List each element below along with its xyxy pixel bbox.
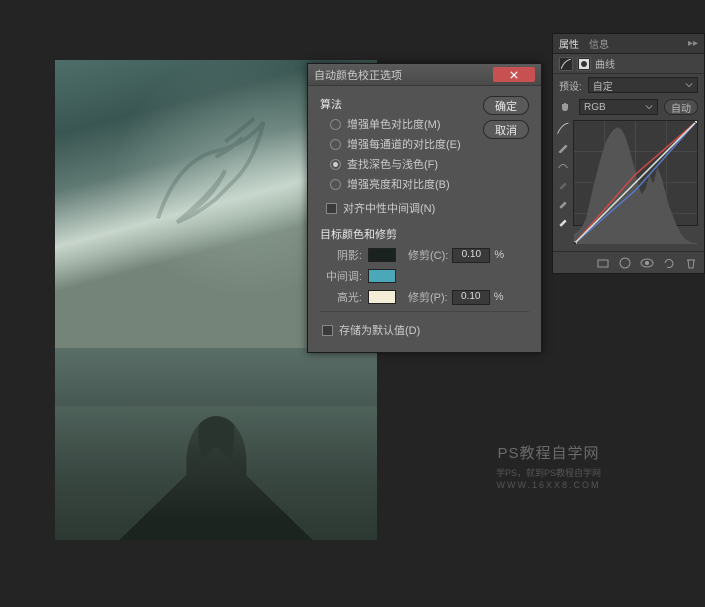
panel-footer bbox=[553, 251, 704, 273]
reset-icon[interactable] bbox=[662, 256, 676, 270]
watermark-title: PS教程自学网 bbox=[496, 442, 601, 463]
clip-p-label: 修剪(P): bbox=[408, 289, 448, 305]
radio-label: 查找深色与浅色(F) bbox=[347, 156, 438, 172]
ok-button[interactable]: 确定 bbox=[483, 96, 529, 115]
midtone-row: 中间调: bbox=[320, 268, 529, 284]
close-button[interactable] bbox=[493, 67, 535, 82]
prev-icon[interactable] bbox=[618, 256, 632, 270]
shadow-label: 阴影: bbox=[320, 247, 362, 263]
radio-icon bbox=[330, 139, 341, 150]
pencil-tool-icon[interactable] bbox=[556, 141, 570, 154]
channel-select[interactable]: RGB bbox=[579, 99, 658, 115]
check-label: 对齐中性中间调(N) bbox=[343, 200, 435, 216]
checkbox-icon bbox=[326, 203, 337, 214]
channel-value: RGB bbox=[584, 102, 606, 113]
watermark: PS教程自学网 学PS，就到PS教程自学网 WWW.16XX8.COM bbox=[496, 442, 601, 490]
boat-hull bbox=[119, 446, 312, 540]
boat-art bbox=[119, 406, 312, 540]
pct-label: % bbox=[494, 291, 504, 303]
snap-neutral-check[interactable]: 对齐中性中间调(N) bbox=[326, 200, 529, 216]
watermark-sub: 学PS，就到PS教程自学网 bbox=[496, 466, 601, 479]
preset-row: 预设: 自定 bbox=[553, 74, 704, 96]
radio-find-dark-light[interactable]: 查找深色与浅色(F) bbox=[330, 156, 529, 172]
chevron-down-icon bbox=[685, 81, 693, 89]
adjustment-header: 曲线 bbox=[553, 54, 704, 74]
radio-icon bbox=[330, 179, 341, 190]
dialog-title: 自动颜色校正选项 bbox=[314, 67, 493, 83]
curves-icon bbox=[559, 57, 573, 71]
curve-area bbox=[553, 118, 704, 228]
radio-brightness-contrast[interactable]: 增强亮度和对比度(B) bbox=[330, 176, 529, 192]
eyedropper-gray-icon[interactable] bbox=[556, 197, 570, 210]
pct-label: % bbox=[494, 249, 504, 261]
eyedropper-black-icon[interactable] bbox=[556, 178, 570, 191]
tab-properties[interactable]: 属性 bbox=[559, 36, 579, 51]
smooth-icon[interactable] bbox=[556, 159, 570, 172]
shadow-swatch[interactable] bbox=[368, 248, 396, 262]
midtone-swatch[interactable] bbox=[368, 269, 396, 283]
target-label: 目标颜色和修剪 bbox=[320, 226, 529, 242]
eyedropper-white-icon[interactable] bbox=[556, 215, 570, 228]
divider bbox=[320, 311, 529, 312]
watermark-url: WWW.16XX8.COM bbox=[496, 480, 601, 490]
radio-icon bbox=[330, 119, 341, 130]
checkbox-icon bbox=[322, 325, 333, 336]
mask-icon bbox=[577, 57, 591, 71]
curve-graph[interactable] bbox=[573, 120, 698, 226]
highlight-row: 高光: 修剪(P): 0.10 % bbox=[320, 289, 529, 305]
dialog-titlebar[interactable]: 自动颜色校正选项 bbox=[308, 64, 541, 86]
auto-button[interactable]: 自动 bbox=[664, 99, 698, 115]
preset-value: 自定 bbox=[593, 78, 613, 93]
radio-icon bbox=[330, 159, 341, 170]
clip-c-label: 修剪(C): bbox=[408, 247, 448, 263]
curve-tools bbox=[553, 118, 573, 228]
channel-row: RGB 自动 bbox=[553, 96, 704, 118]
auto-color-dialog: 自动颜色校正选项 确定 取消 算法 增强单色对比度(M) 增强每通道的对比度(E… bbox=[307, 63, 542, 353]
shadow-row: 阴影: 修剪(C): 0.10 % bbox=[320, 247, 529, 263]
save-default-check[interactable]: 存储为默认值(D) bbox=[322, 322, 529, 338]
chevron-down-icon bbox=[645, 103, 653, 111]
midtone-label: 中间调: bbox=[320, 268, 362, 284]
highlight-swatch[interactable] bbox=[368, 290, 396, 304]
eye-icon[interactable] bbox=[640, 256, 654, 270]
radio-label: 增强单色对比度(M) bbox=[347, 116, 441, 132]
clip-highlight-input[interactable]: 0.10 bbox=[452, 290, 490, 305]
tab-info[interactable]: 信息 bbox=[589, 36, 609, 51]
check-label: 存储为默认值(D) bbox=[339, 322, 420, 338]
properties-panel: 属性 信息 ▸▸ 曲线 预设: 自定 RGB 自动 bbox=[552, 33, 705, 274]
point-tool-icon[interactable] bbox=[556, 122, 570, 135]
radio-label: 增强每通道的对比度(E) bbox=[347, 136, 461, 152]
preset-select[interactable]: 自定 bbox=[588, 77, 698, 93]
highlight-label: 高光: bbox=[320, 289, 362, 305]
clip-icon[interactable] bbox=[596, 256, 610, 270]
preset-label: 预设: bbox=[559, 78, 582, 93]
panel-tabs: 属性 信息 ▸▸ bbox=[553, 34, 704, 54]
adjust-label: 曲线 bbox=[595, 56, 615, 71]
close-icon bbox=[510, 71, 518, 79]
collapse-icon[interactable]: ▸▸ bbox=[688, 38, 698, 49]
cancel-button[interactable]: 取消 bbox=[483, 120, 529, 139]
hand-icon[interactable] bbox=[559, 100, 573, 114]
trash-icon[interactable] bbox=[684, 256, 698, 270]
radio-label: 增强亮度和对比度(B) bbox=[347, 176, 450, 192]
dragon-art bbox=[119, 84, 312, 276]
clip-shadow-input[interactable]: 0.10 bbox=[452, 248, 490, 263]
curves-lines bbox=[574, 121, 697, 244]
